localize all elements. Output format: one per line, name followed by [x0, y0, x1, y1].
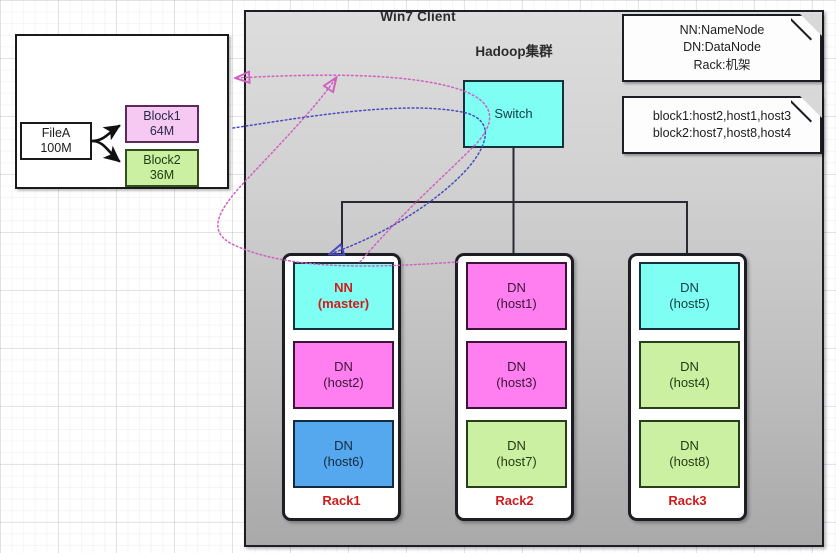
- client-panel-title: Win7 Client: [380, 9, 456, 24]
- rack-2: DN (host1) DN (host3) DN (host7) Rack2: [455, 253, 574, 521]
- file-a-box[interactable]: FileA 100M: [20, 122, 92, 160]
- rack-label: Rack3: [668, 493, 707, 508]
- legend-abbrev-line-1: NN:NameNode: [679, 23, 765, 38]
- diagram-canvas: Hadoop集群 Switch NN:NameNode DN:DataNode …: [0, 0, 836, 553]
- node-host-label: (host1): [496, 296, 537, 311]
- node-host-label: (host5): [669, 296, 710, 311]
- node-role-label: DN: [334, 359, 353, 375]
- node-role-label: DN: [507, 438, 526, 454]
- block2-name-label: Block2: [143, 153, 181, 168]
- switch-label: Switch: [494, 106, 533, 122]
- rack-label: Rack1: [322, 493, 361, 508]
- node-dn-host7[interactable]: DN (host7): [466, 420, 567, 488]
- cluster-title: Hadoop集群: [475, 44, 553, 59]
- legend-abbrev-line-2: DN:DataNode: [683, 40, 761, 55]
- node-host-label: (master): [317, 296, 370, 311]
- node-dn-host2[interactable]: DN (host2): [293, 341, 394, 409]
- node-role-label: DN: [680, 280, 699, 296]
- legend-abbreviations: NN:NameNode DN:DataNode Rack:机架: [622, 14, 822, 82]
- node-dn-host4[interactable]: DN (host4): [639, 341, 740, 409]
- block1-box[interactable]: Block1 64M: [125, 105, 199, 143]
- rack-label: Rack2: [495, 493, 534, 508]
- node-dn-host8[interactable]: DN (host8): [639, 420, 740, 488]
- rack-1: NN (master) DN (host2) DN (host6) Rack1: [282, 253, 401, 521]
- note-fold-edge-icon: [791, 97, 821, 127]
- switch-node[interactable]: Switch: [463, 80, 564, 148]
- node-dn-host5[interactable]: DN (host5): [639, 262, 740, 330]
- node-role-label: DN: [680, 438, 699, 454]
- file-size-label: 100M: [40, 141, 72, 155]
- legend-placement-line-1: block1:host2,host1,host3: [652, 108, 792, 123]
- node-nn-master[interactable]: NN (master): [293, 262, 394, 330]
- node-host-label: (host7): [496, 454, 537, 469]
- node-dn-host6[interactable]: DN (host6): [293, 420, 394, 488]
- block1-name-label: Block1: [143, 109, 181, 124]
- node-host-label: (host3): [496, 375, 537, 390]
- block1-size-label: 64M: [149, 124, 175, 138]
- legend-block-placement: block1:host2,host1,host3 block2:host7,ho…: [622, 96, 822, 154]
- node-dn-host1[interactable]: DN (host1): [466, 262, 567, 330]
- node-role-label: NN: [334, 280, 353, 296]
- block2-size-label: 36M: [149, 168, 175, 182]
- node-role-label: DN: [507, 280, 526, 296]
- node-role-label: DN: [507, 359, 526, 375]
- node-dn-host3[interactable]: DN (host3): [466, 341, 567, 409]
- block2-box[interactable]: Block2 36M: [125, 149, 199, 187]
- node-host-label: (host4): [669, 375, 710, 390]
- legend-placement-line-2: block2:host7,host8,host4: [652, 126, 792, 140]
- node-role-label: DN: [334, 438, 353, 454]
- node-host-label: (host6): [323, 454, 364, 469]
- file-name-label: FileA: [41, 126, 71, 141]
- node-host-label: (host8): [669, 454, 710, 469]
- legend-abbrev-line-3: Rack:机架: [693, 57, 751, 72]
- node-role-label: DN: [680, 359, 699, 375]
- rack-3: DN (host5) DN (host4) DN (host8) Rack3: [628, 253, 747, 521]
- node-host-label: (host2): [323, 375, 364, 390]
